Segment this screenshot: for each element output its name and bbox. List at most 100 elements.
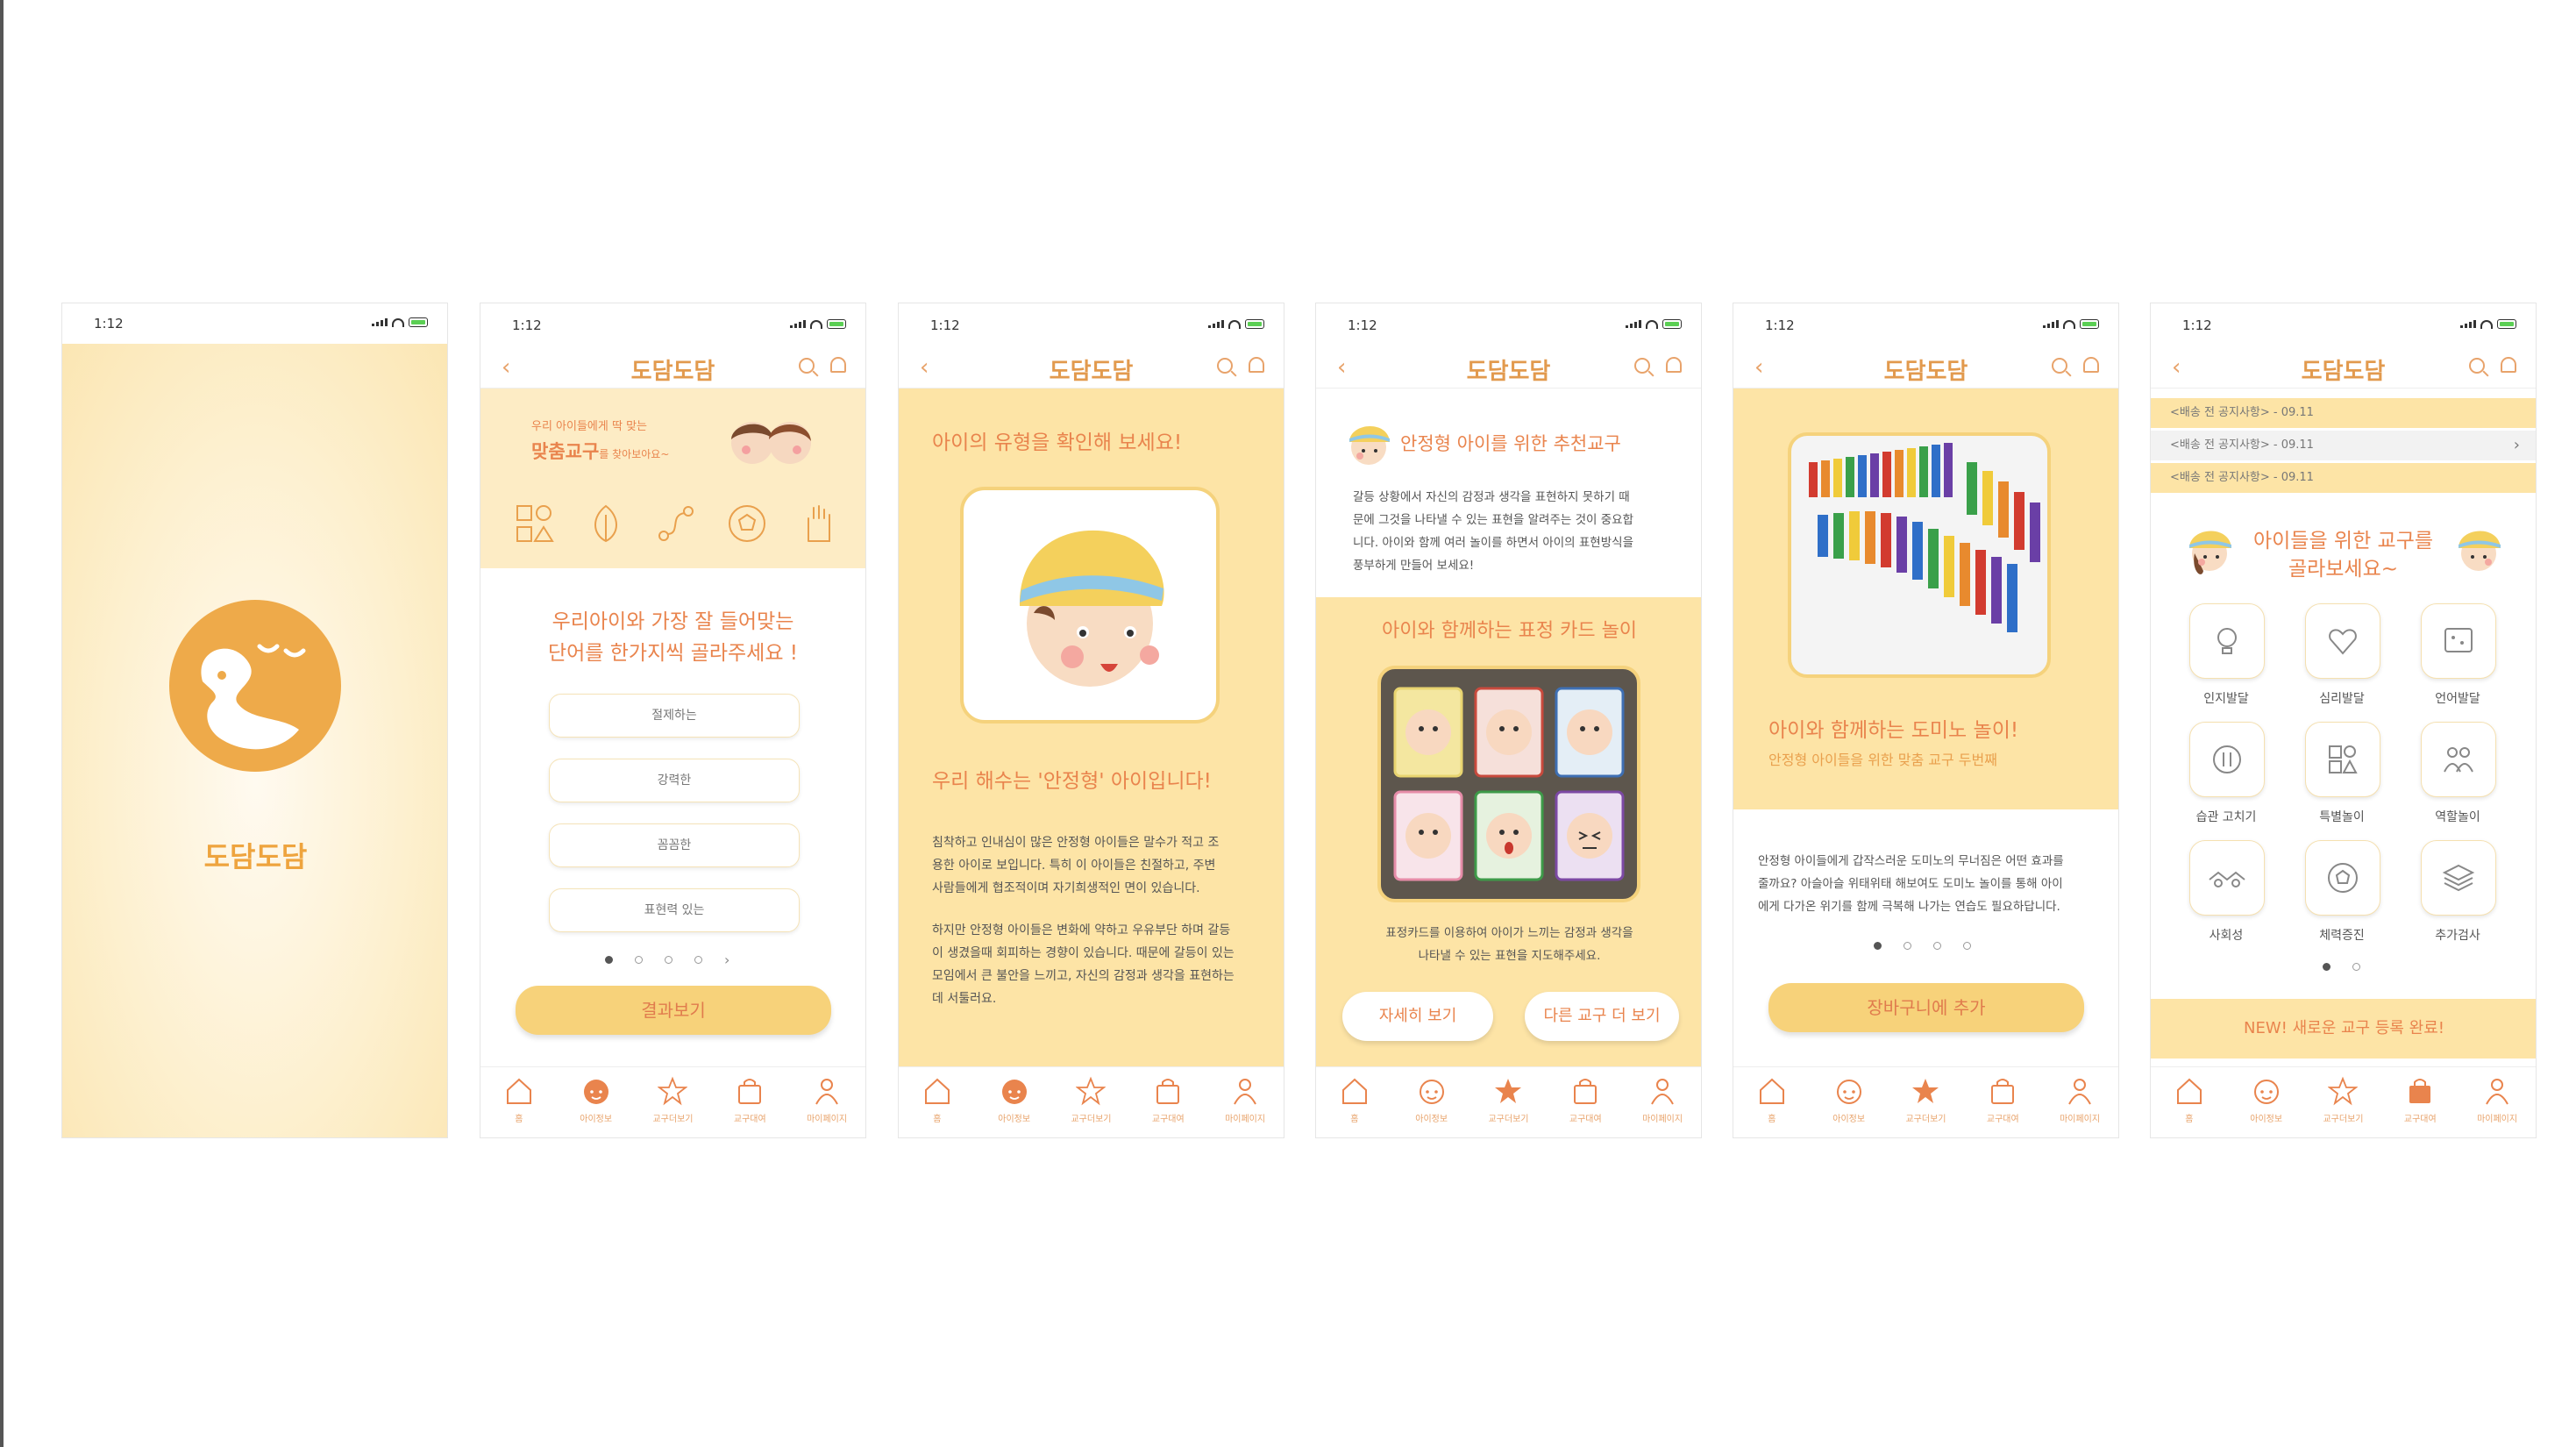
tab-child-info[interactable]: 아이정보 — [1393, 1067, 1470, 1137]
tab-mypage[interactable]: 마이페이지 — [788, 1067, 865, 1137]
search-icon[interactable] — [2469, 358, 2485, 374]
splash-screen: 1:12 도담도담 — [61, 303, 448, 1138]
tab-mypage[interactable]: 마이페이지 — [1624, 1067, 1701, 1137]
banner-suffix: 를 찾아보아요~ — [599, 448, 670, 460]
tab-child-info[interactable]: 아이정보 — [976, 1067, 1053, 1137]
bell-icon[interactable] — [830, 357, 846, 373]
bell-icon[interactable] — [1249, 357, 1264, 373]
page-dot[interactable] — [1874, 942, 1882, 950]
page-dot[interactable] — [635, 956, 643, 964]
leaf-icon[interactable] — [585, 503, 627, 545]
page-dot[interactable] — [1933, 942, 1941, 950]
bell-icon[interactable] — [2501, 357, 2516, 373]
tab-more-tools[interactable]: 교구더보기 — [1888, 1067, 1965, 1137]
tab-more-tools[interactable]: 교구더보기 — [1470, 1067, 1548, 1137]
page-dot[interactable] — [2323, 963, 2330, 971]
search-icon[interactable] — [1634, 358, 1650, 374]
hand-icon[interactable] — [796, 503, 838, 545]
status-bar: 1:12 — [1733, 303, 2118, 344]
tab-mypage[interactable]: 마이페이지 — [1206, 1067, 1284, 1137]
tab-more-tools[interactable]: 교구더보기 — [2305, 1067, 2382, 1137]
tab-home[interactable]: 홈 — [899, 1067, 976, 1137]
category-psych-button[interactable] — [2305, 603, 2380, 679]
tab-label: 아이정보 — [1832, 1115, 1866, 1124]
tab-home[interactable]: 홈 — [1316, 1067, 1393, 1137]
tab-label: 교구더보기 — [1071, 1115, 1112, 1124]
option-button[interactable]: 절제하는 — [549, 694, 800, 738]
page-dot[interactable] — [1963, 942, 1971, 950]
page-dot[interactable] — [665, 956, 672, 964]
bell-icon[interactable] — [2083, 357, 2099, 373]
category-habit-button[interactable] — [2189, 722, 2265, 797]
person-icon — [2482, 1076, 2512, 1106]
tab-rental[interactable]: 교구대여 — [711, 1067, 788, 1137]
new-tool-banner[interactable]: NEW! 새로운 교구 등록 완료! — [2151, 999, 2536, 1059]
category-special-play-button[interactable] — [2305, 722, 2380, 797]
tab-more-tools[interactable]: 교구더보기 — [635, 1067, 712, 1137]
tab-child-info[interactable]: 아이정보 — [2228, 1067, 2305, 1137]
category-language-button[interactable] — [2421, 603, 2496, 679]
next-icon[interactable]: › — [724, 953, 729, 967]
para-line: 줄까요? 아슬아슬 위태위태 해보여도 도미노 놀이를 통해 아이 — [1758, 877, 2063, 891]
category-cognitive-button[interactable] — [2189, 603, 2265, 679]
category-social-button[interactable] — [2189, 840, 2265, 916]
wifi-icon — [810, 319, 822, 329]
result-description: 침착하고 인내심이 많은 안정형 아이들은 말수가 적고 조 용한 아이로 보입… — [932, 831, 1256, 1010]
tab-rental[interactable]: 교구대여 — [1547, 1067, 1624, 1137]
option-button[interactable]: 꼼꼼한 — [549, 823, 800, 867]
tab-rental[interactable]: 교구대여 — [1964, 1067, 2041, 1137]
tab-home[interactable]: 홈 — [1733, 1067, 1811, 1137]
child-avatar-card — [960, 487, 1220, 724]
tab-child-info[interactable]: 아이정보 — [1811, 1067, 1888, 1137]
option-button[interactable]: 표현력 있는 — [549, 888, 800, 932]
notice-item[interactable]: <배송 전 공지사항> - 09.11 › — [2151, 431, 2536, 460]
chevron-right-icon[interactable]: › — [2514, 431, 2520, 460]
tab-rental[interactable]: 교구대여 — [1129, 1067, 1206, 1137]
tab-child-info[interactable]: 아이정보 — [558, 1067, 635, 1137]
signal-icon — [2460, 320, 2476, 328]
notice-item[interactable]: <배송 전 공지사항> - 09.11 — [2151, 398, 2536, 428]
signal-icon — [1626, 320, 1641, 328]
notice-item[interactable]: <배송 전 공지사항> - 09.11 — [2151, 463, 2536, 493]
page-dot[interactable] — [2352, 963, 2360, 971]
detail-button[interactable]: 자세히 보기 — [1342, 992, 1493, 1041]
battery-icon — [2497, 319, 2516, 329]
tab-label: 마이페이지 — [2477, 1115, 2518, 1124]
page-dot[interactable] — [605, 956, 613, 964]
status-time: 1:12 — [94, 316, 124, 331]
category-fitness-button[interactable] — [2305, 840, 2380, 916]
add-to-cart-button[interactable]: 장바구니에 추가 — [1768, 983, 2084, 1032]
category-heading: 아이들을 위한 교구를 골라보세요~ — [2151, 527, 2536, 583]
search-icon[interactable] — [1217, 358, 1233, 374]
tab-home[interactable]: 홈 — [2151, 1067, 2228, 1137]
option-button[interactable]: 강력한 — [549, 759, 800, 802]
category-label: 언어발달 — [2435, 692, 2480, 706]
category-extra-test-button[interactable] — [2421, 840, 2496, 916]
tab-label: 아이정보 — [1415, 1115, 1448, 1124]
tab-label: 마이페이지 — [1642, 1115, 1683, 1124]
tab-mypage[interactable]: 마이페이지 — [2041, 1067, 2118, 1137]
status-bar: 1:12 — [1316, 303, 1701, 344]
search-icon[interactable] — [799, 358, 815, 374]
status-bar: 1:12 — [480, 303, 865, 344]
page-dot[interactable] — [694, 956, 702, 964]
path-icon[interactable] — [655, 503, 697, 545]
more-tools-button[interactable]: 다른 교구 더 보기 — [1525, 992, 1679, 1041]
activity-title: 아이와 함께하는 표정 카드 놀이 — [1381, 620, 1638, 642]
tab-home[interactable]: 홈 — [480, 1067, 558, 1137]
bell-icon[interactable] — [1666, 357, 1682, 373]
home-icon — [2174, 1076, 2204, 1106]
bottom-tab-bar: 홈 아이정보 교구더보기 교구대여 마이페이지 — [480, 1066, 865, 1137]
child-face-icon — [581, 1076, 611, 1106]
search-icon[interactable] — [2052, 358, 2067, 374]
emotion-cards-image — [1377, 666, 1640, 902]
category-roleplay-button[interactable] — [2421, 722, 2496, 797]
tab-more-tools[interactable]: 교구더보기 — [1053, 1067, 1130, 1137]
page-dot[interactable] — [1904, 942, 1911, 950]
shapes-icon[interactable] — [514, 503, 556, 545]
tab-mypage[interactable]: 마이페이지 — [2459, 1067, 2536, 1137]
result-button[interactable]: 결과보기 — [516, 986, 831, 1035]
question-line2: 단어를 한가지씩 골라주세요 ! — [547, 642, 799, 665]
tab-rental[interactable]: 교구대여 — [2381, 1067, 2459, 1137]
ball-icon[interactable] — [726, 503, 768, 545]
